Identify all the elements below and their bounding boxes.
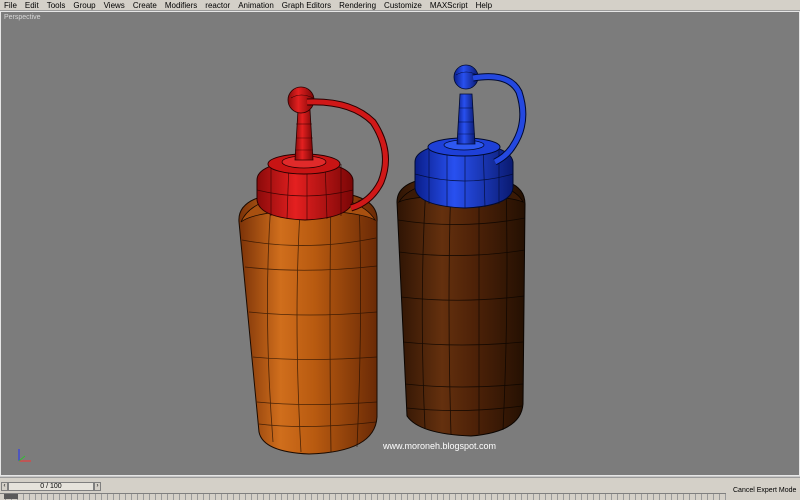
menu-rendering[interactable]: Rendering <box>335 0 380 11</box>
bottles-scene[interactable] <box>1 12 800 476</box>
menu-file[interactable]: File <box>0 0 21 11</box>
menu-animation[interactable]: Animation <box>234 0 278 11</box>
track-bar-handle[interactable] <box>4 494 18 499</box>
time-slider[interactable]: 0 / 100 <box>8 482 94 491</box>
cancel-expert-mode-button[interactable]: Cancel Expert Mode <box>733 487 796 494</box>
time-slider-prev-button[interactable]: ‹ <box>1 482 8 491</box>
perspective-viewport[interactable]: Perspective www.moroneh.blogspot.com <box>0 11 800 476</box>
menu-views[interactable]: Views <box>100 0 129 11</box>
menu-tools[interactable]: Tools <box>43 0 70 11</box>
axis-gizmo-icon <box>18 449 31 462</box>
track-bar[interactable] <box>0 493 726 500</box>
menu-customize[interactable]: Customize <box>380 0 426 11</box>
time-bar: ‹ 0 / 100 › Cancel Expert Mode <box>0 477 800 500</box>
3dsmax-window: File Edit Tools Group Views Create Modif… <box>0 0 800 500</box>
menu-reactor[interactable]: reactor <box>201 0 234 11</box>
menu-create[interactable]: Create <box>129 0 161 11</box>
menu-graph-editors[interactable]: Graph Editors <box>278 0 335 11</box>
menu-group[interactable]: Group <box>69 0 99 11</box>
time-slider-next-button[interactable]: › <box>94 482 101 491</box>
menu-maxscript[interactable]: MAXScript <box>426 0 472 11</box>
watermark-text: www.moroneh.blogspot.com <box>383 441 497 451</box>
bottle-left[interactable] <box>238 86 389 455</box>
menu-modifiers[interactable]: Modifiers <box>161 0 201 11</box>
menu-help[interactable]: Help <box>472 0 496 11</box>
menu-edit[interactable]: Edit <box>21 0 43 11</box>
menu-bar: File Edit Tools Group Views Create Modif… <box>0 0 800 11</box>
bottle-right[interactable] <box>396 64 527 437</box>
